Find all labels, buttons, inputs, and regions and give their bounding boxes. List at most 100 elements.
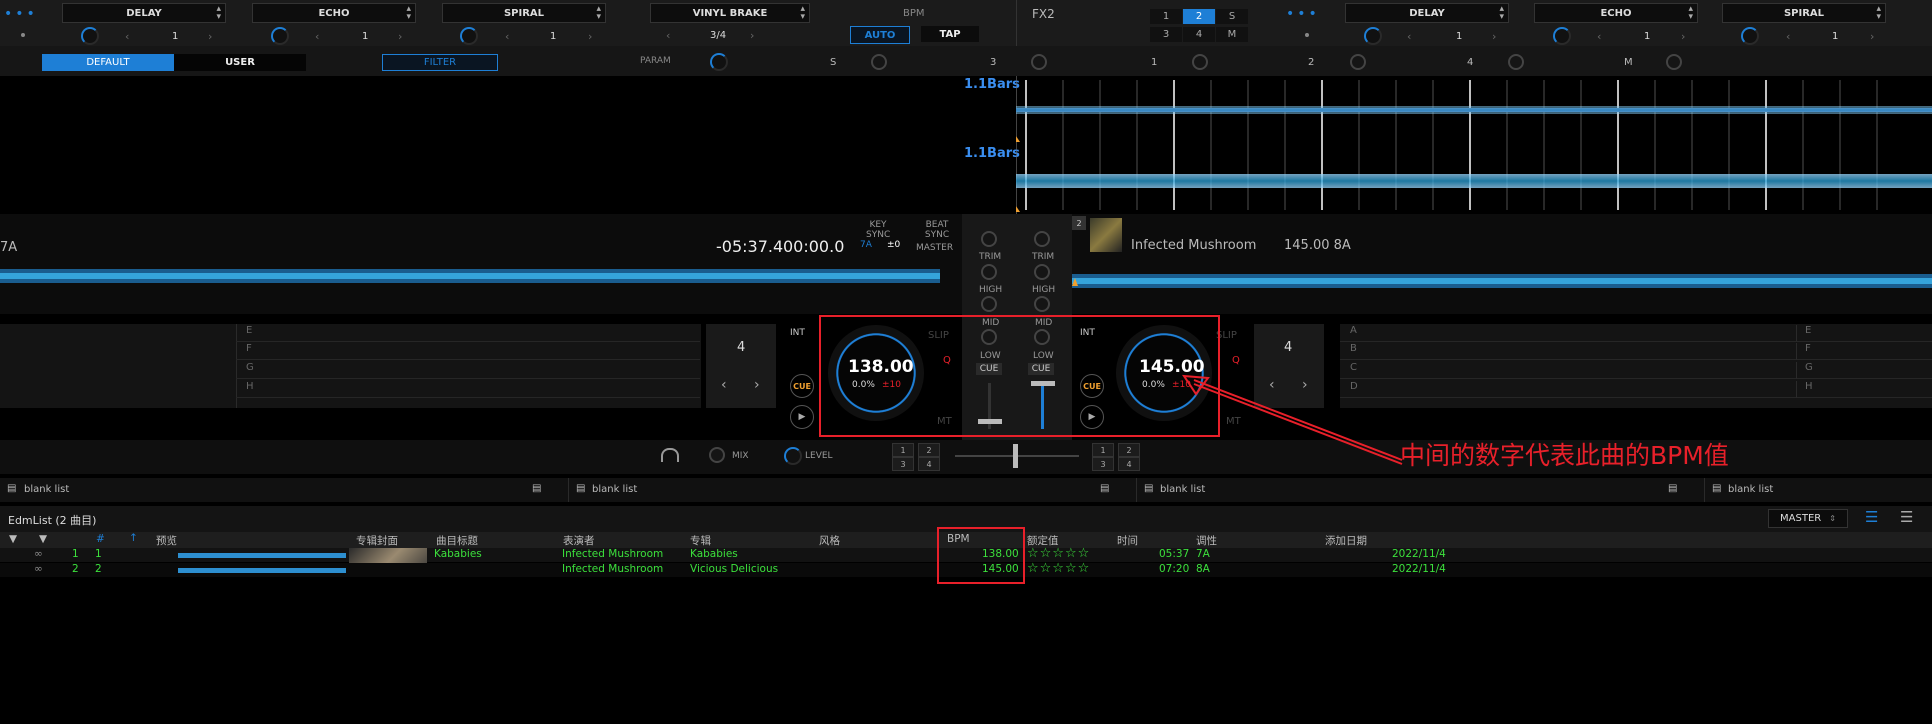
deck2-album-art[interactable] (1090, 218, 1122, 252)
deck2-pad-b[interactable]: B (1340, 343, 1796, 360)
xfader-assign-right-4[interactable]: 4 (1118, 457, 1140, 471)
km-knob[interactable] (1666, 54, 1682, 70)
blank-list-4[interactable]: ▤ blank list (1704, 478, 1932, 502)
fx2-menu-icon[interactable]: ••• (1286, 6, 1320, 22)
vinyl-brake-select[interactable]: VINYL BRAKE ▴ ▾ (650, 3, 810, 23)
deck2-loop-length[interactable]: 4 (1284, 340, 1292, 355)
chevron-left-icon[interactable]: ‹ (125, 30, 129, 43)
deck1-overview-waveform[interactable] (0, 259, 940, 294)
deck1-key[interactable]: 7A (860, 240, 872, 250)
blank-list-3[interactable]: ▤ blank list ▤ (1136, 478, 1705, 502)
deck2-trim-knob[interactable] (1034, 231, 1050, 247)
k4-knob[interactable] (1508, 54, 1524, 70)
col-key[interactable]: 调性 (1196, 533, 1217, 548)
deck2-overview-waveform[interactable] (1072, 268, 1932, 296)
fx2-deck-3[interactable]: 3 (1150, 27, 1182, 42)
auto-button[interactable]: AUTO (850, 26, 910, 44)
chevron-left-icon[interactable]: ‹ (1407, 30, 1411, 43)
list-menu-icon[interactable]: ▤ (1100, 483, 1109, 494)
row-preview-waveform[interactable] (178, 550, 346, 560)
fx1-slot3-select[interactable]: SPIRAL ▴ ▾ (442, 3, 606, 23)
fx1-menu-icon[interactable]: ••• (4, 6, 38, 22)
list-view-icon[interactable]: ☰ (1865, 508, 1878, 526)
row-preview-waveform[interactable] (178, 565, 346, 575)
fx1-knob1[interactable] (81, 27, 99, 45)
col-artist[interactable]: 表演者 (563, 533, 595, 548)
fx2-deck-4[interactable]: 4 (1183, 27, 1215, 42)
fx2-knob1[interactable] (1364, 27, 1382, 45)
list-menu-icon[interactable]: ▤ (532, 483, 541, 494)
fx1-slot1-select[interactable]: DELAY ▴ ▾ (62, 3, 226, 23)
master-label[interactable]: MASTER (916, 243, 953, 253)
chevron-right-icon[interactable]: › (1492, 30, 1496, 43)
blank-list-1[interactable]: ▤ blank list ▤ (0, 478, 569, 502)
col-date[interactable]: 添加日期 (1325, 533, 1367, 548)
xfader-assign-right-3[interactable]: 3 (1092, 457, 1114, 471)
k2-knob[interactable] (1350, 54, 1366, 70)
fx2-on-dot[interactable] (1305, 33, 1309, 37)
deck2-pad-h[interactable]: H (1796, 381, 1932, 398)
chevron-right-icon[interactable]: › (750, 29, 754, 42)
col-time[interactable]: 时间 (1117, 533, 1138, 548)
xfader-assign-right-1[interactable]: 1 (1092, 443, 1114, 457)
chevron-left-icon[interactable]: ‹ (1786, 30, 1790, 43)
fx2-deck-1[interactable]: 1 (1150, 9, 1182, 24)
detail-view-icon[interactable]: ☰ (1900, 508, 1913, 526)
master-select[interactable]: MASTER ⇕ (1768, 509, 1848, 528)
chevron-left-icon[interactable]: ‹ (666, 29, 670, 42)
chevron-right-icon[interactable]: › (1870, 30, 1874, 43)
deck2-pad-f[interactable]: F (1796, 343, 1932, 360)
beat-sync-label[interactable]: BEAT SYNC (922, 220, 952, 240)
fx1-slot2-select[interactable]: ECHO ▴ ▾ (252, 3, 416, 23)
fx2-slot3-select[interactable]: SPIRAL ▴ ▾ (1722, 3, 1886, 23)
xfader-assign-right-2[interactable]: 2 (1118, 443, 1140, 457)
deck1-cue-button[interactable]: CUE (790, 374, 814, 398)
deck2-high-knob[interactable] (1034, 264, 1050, 280)
fx1-knob3[interactable] (460, 27, 478, 45)
chevron-right-icon[interactable]: › (208, 30, 212, 43)
deck2-q[interactable]: Q (1232, 355, 1240, 366)
fx2-slot1-select[interactable]: DELAY ▴ ▾ (1345, 3, 1509, 23)
deck2-mid-knob[interactable] (1034, 296, 1050, 312)
deck1-trim-knob[interactable] (981, 231, 997, 247)
deck2-pad-a[interactable]: A (1340, 325, 1796, 342)
col-art[interactable]: 专辑封面 (356, 533, 398, 548)
deck1-mid-knob[interactable] (981, 296, 997, 312)
sort-up-icon[interactable]: ↑ (129, 532, 138, 544)
fx2-deck-m[interactable]: M (1216, 27, 1248, 42)
fx1-knob2[interactable] (271, 27, 289, 45)
row-rating[interactable]: ☆☆☆☆☆ (1027, 561, 1090, 576)
level-knob[interactable] (784, 447, 802, 465)
list-menu-icon[interactable]: ▤ (1668, 483, 1677, 494)
deck1-high-knob[interactable] (981, 264, 997, 280)
param-knob[interactable] (710, 53, 728, 71)
deck1-play-button[interactable]: ▶ (790, 405, 814, 429)
chevron-left-icon[interactable]: ‹ (505, 30, 509, 43)
tab-user[interactable]: USER (174, 54, 306, 71)
col-num[interactable]: # (96, 533, 105, 545)
tap-button[interactable]: TAP (921, 26, 979, 42)
s-knob[interactable] (871, 54, 887, 70)
filter2-icon[interactable]: ▼ (39, 533, 47, 545)
deck2-pad-g[interactable]: G (1796, 362, 1932, 379)
xfader-assign-left-1[interactable]: 1 (892, 443, 914, 457)
deck1-loop-length[interactable]: 4 (737, 340, 745, 355)
blank-list-2[interactable]: ▤ blank list ▤ (568, 478, 1137, 502)
chevron-left-icon[interactable]: ‹ (721, 377, 727, 393)
filter-button[interactable]: FILTER (382, 54, 498, 71)
fx2-deck-s[interactable]: S (1216, 9, 1248, 24)
fx1-on-dot[interactable] (21, 33, 25, 37)
xfader-assign-left-4[interactable]: 4 (918, 457, 940, 471)
headphones-icon[interactable] (661, 448, 679, 462)
fx2-knob3[interactable] (1741, 27, 1759, 45)
row-rating[interactable]: ☆☆☆☆☆ (1027, 546, 1090, 561)
col-album[interactable]: 专辑 (690, 533, 711, 548)
deck1-pad-h[interactable]: H (236, 381, 700, 398)
chevron-right-icon[interactable]: › (754, 377, 760, 393)
chevron-right-icon[interactable]: › (398, 30, 402, 43)
filter-icon[interactable]: ▼ (9, 533, 17, 545)
col-genre[interactable]: 风格 (819, 533, 840, 548)
fx2-deck-2[interactable]: 2 (1183, 9, 1215, 24)
zoom-waveform[interactable] (1016, 76, 1932, 214)
chevron-right-icon[interactable]: › (1681, 30, 1685, 43)
